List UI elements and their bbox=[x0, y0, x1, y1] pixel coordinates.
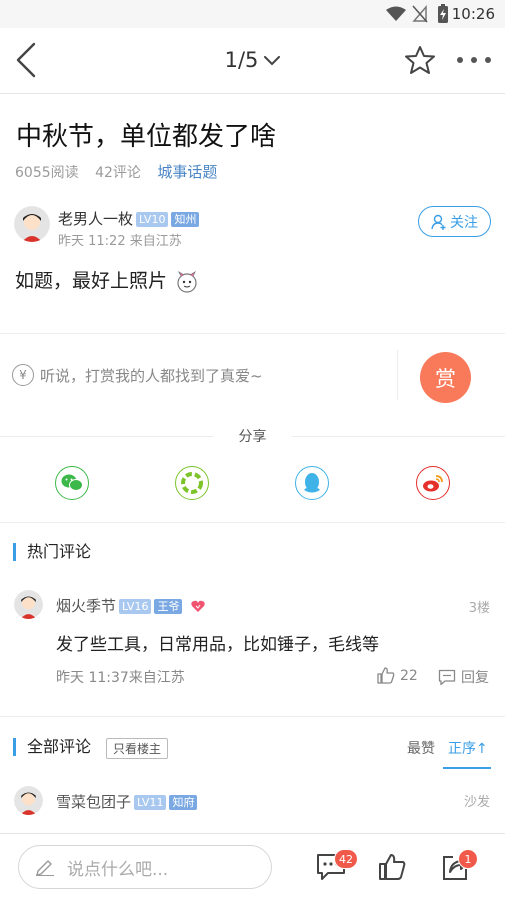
divider bbox=[0, 716, 505, 717]
level-badge: LV16 bbox=[119, 599, 152, 614]
avatar-image bbox=[14, 786, 43, 815]
star-icon[interactable] bbox=[404, 45, 436, 75]
author-name-row: 老男人一枚 LV10 知州 bbox=[58, 208, 200, 229]
role-badge: 王爷 bbox=[154, 599, 183, 614]
active-sort-indicator bbox=[443, 767, 491, 769]
top-nav: 1/5 bbox=[0, 28, 505, 94]
like-post-button[interactable] bbox=[378, 853, 406, 885]
comment-count-badge: 42 bbox=[334, 849, 358, 869]
no-signal-icon bbox=[412, 5, 428, 23]
comment-avatar[interactable] bbox=[14, 786, 43, 815]
comment-time: 昨天 11:37来自江苏 bbox=[56, 670, 185, 686]
comment-author-row: 雪菜包团子 LV11 知府 bbox=[56, 791, 198, 812]
status-bar: 10:26 bbox=[0, 0, 505, 28]
moments-icon bbox=[181, 472, 203, 494]
heart-badge-icon bbox=[190, 600, 205, 612]
only-host-filter[interactable]: 只看楼主 bbox=[106, 738, 169, 759]
thumbs-up-icon bbox=[377, 667, 395, 684]
comment-count: 42评论 bbox=[95, 165, 141, 181]
reply-button[interactable]: 回复 bbox=[438, 667, 489, 687]
avatar-image bbox=[14, 206, 50, 242]
avatar-image bbox=[14, 590, 43, 619]
more-icon[interactable] bbox=[456, 56, 492, 64]
role-badge: 知州 bbox=[171, 212, 200, 227]
floor-number: 3楼 bbox=[468, 601, 490, 616]
vertical-divider bbox=[397, 350, 398, 400]
all-comments-title: 全部评论 bbox=[13, 738, 91, 756]
reward-button[interactable]: 赏 bbox=[420, 352, 471, 403]
comment-input-placeholder: 说点什么吧... bbox=[67, 859, 169, 880]
page-indicator-label: 1/5 bbox=[224, 48, 259, 72]
divider bbox=[0, 522, 505, 523]
author-avatar[interactable] bbox=[14, 206, 50, 242]
comment-author-name[interactable]: 雪菜包团子 bbox=[56, 793, 131, 811]
post-title: 中秋节，单位都发了啥 bbox=[16, 122, 277, 152]
topic-link[interactable]: 城事话题 bbox=[157, 163, 217, 181]
wechat-icon bbox=[61, 474, 83, 491]
share-label: 分享 bbox=[238, 429, 267, 445]
hot-comments-title: 热门评论 bbox=[13, 543, 91, 561]
comment-avatar[interactable] bbox=[14, 590, 43, 619]
chevron-down-icon bbox=[264, 56, 281, 66]
reply-label: 回复 bbox=[461, 670, 489, 686]
follow-button[interactable]: 关注 bbox=[418, 206, 491, 237]
emoji-sticker-icon bbox=[177, 270, 197, 293]
read-count: 6055阅读 bbox=[15, 165, 79, 181]
author-name[interactable]: 老男人一枚 bbox=[58, 210, 133, 228]
yen-icon: ¥ bbox=[12, 364, 34, 386]
pencil-icon bbox=[36, 860, 54, 876]
bottom-bar: 说点什么吧... 42 1 bbox=[0, 833, 505, 897]
reward-prompt: ¥ 听说，打赏我的人都找到了真爱~ bbox=[12, 364, 263, 386]
author-time: 昨天 11:22 来自江苏 bbox=[58, 234, 182, 249]
thumbs-up-icon bbox=[379, 854, 406, 880]
sort-most-liked[interactable]: 最赞 bbox=[407, 738, 435, 758]
floor-number: 沙发 bbox=[463, 795, 490, 810]
follow-label: 关注 bbox=[450, 214, 478, 231]
wifi-icon bbox=[386, 6, 406, 21]
battery-icon bbox=[438, 4, 448, 23]
wechat-share-button[interactable] bbox=[55, 466, 89, 500]
reward-text: 听说，打赏我的人都找到了真爱~ bbox=[40, 366, 263, 385]
comment-input[interactable]: 说点什么吧... bbox=[18, 845, 272, 889]
qq-icon bbox=[304, 473, 320, 493]
add-user-icon bbox=[431, 214, 446, 230]
comment-author-name[interactable]: 烟火季节 bbox=[56, 597, 116, 615]
reply-icon bbox=[438, 669, 456, 685]
level-badge: LV11 bbox=[134, 795, 167, 810]
like-count: 22 bbox=[400, 667, 418, 684]
divider bbox=[0, 333, 505, 334]
post-body-text: 如题，最好上照片 bbox=[15, 270, 168, 292]
role-badge: 知府 bbox=[169, 795, 198, 810]
comment-author-row: 烟火季节 LV16 王爷 bbox=[56, 595, 205, 616]
level-badge: LV10 bbox=[136, 212, 169, 227]
like-button[interactable]: 22 bbox=[377, 667, 418, 684]
weibo-share-button[interactable] bbox=[416, 466, 450, 500]
comment-text: 发了些工具，日常用品，比如锤子，毛线等 bbox=[56, 635, 379, 655]
weibo-icon bbox=[423, 475, 443, 492]
moments-share-button[interactable] bbox=[175, 466, 209, 500]
sort-chronological[interactable]: 正序↑ bbox=[448, 738, 488, 758]
share-count-badge: 1 bbox=[458, 849, 478, 869]
post-body: 如题，最好上照片 bbox=[15, 266, 199, 294]
post-meta: 6055阅读 42评论 城事话题 bbox=[15, 161, 229, 182]
status-time: 10:26 bbox=[451, 5, 495, 23]
qq-share-button[interactable] bbox=[295, 466, 329, 500]
